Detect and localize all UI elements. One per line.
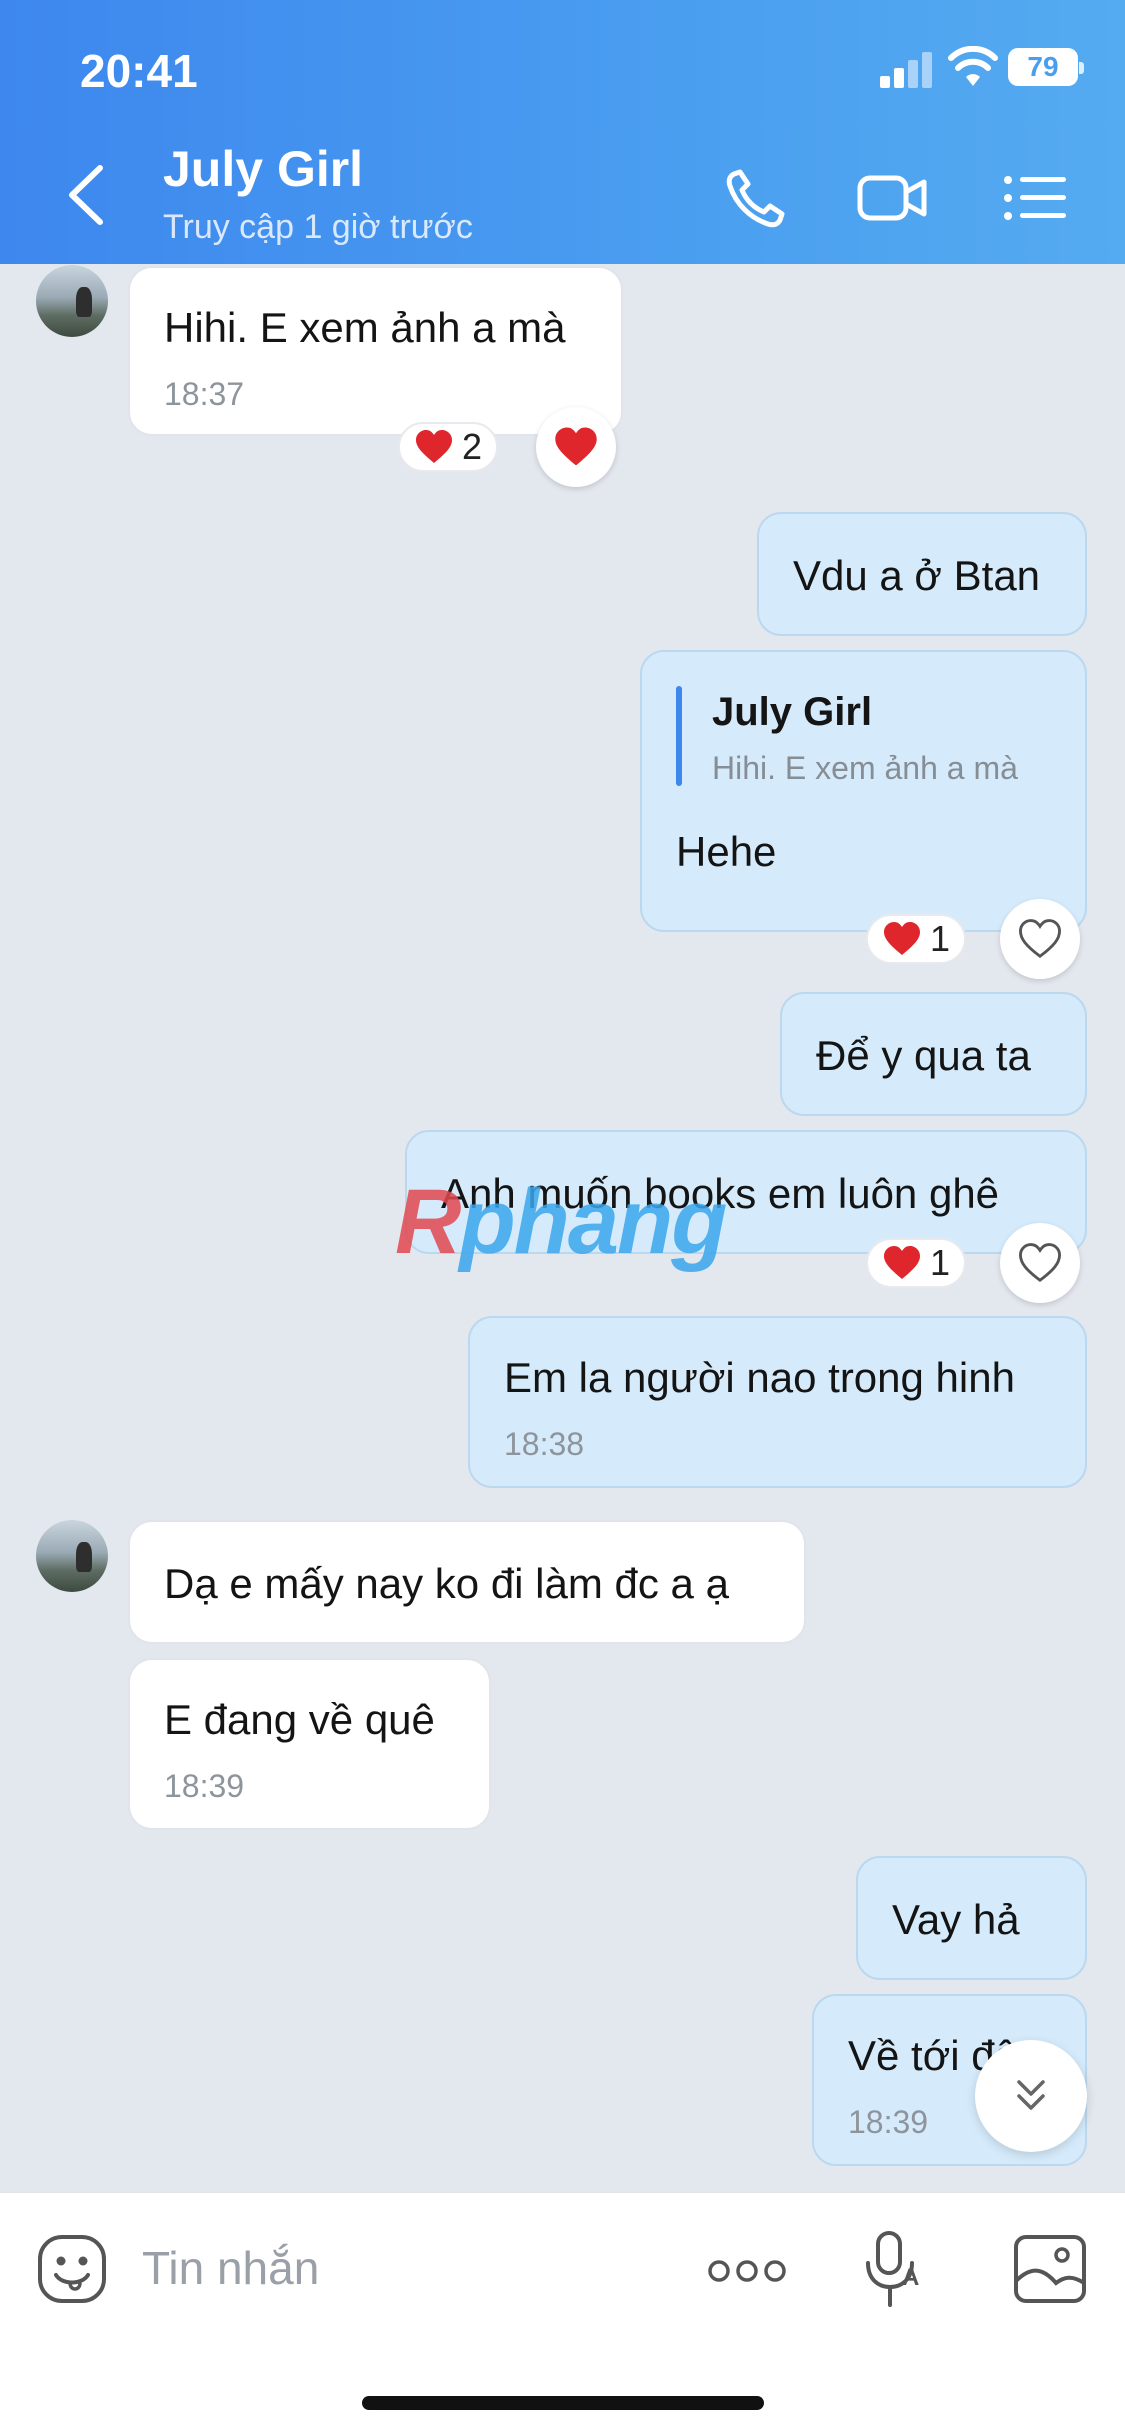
reaction-count: 1 — [930, 1242, 951, 1283]
menu-list-icon[interactable] — [1000, 166, 1072, 230]
message-bubble-outgoing[interactable]: Vay hả — [856, 1856, 1087, 1980]
message-text: Hihi. E xem ảnh a mà — [164, 304, 566, 351]
contact-last-seen: Truy cập 1 giờ trước — [163, 208, 473, 246]
message-time: 18:39 — [848, 2104, 929, 2140]
back-chevron-icon[interactable] — [58, 160, 118, 230]
message-bubble-outgoing[interactable]: Em la người nao trong hinh 18:38 — [468, 1316, 1087, 1488]
message-text: E đang về quê — [164, 1696, 435, 1743]
message-bubble-incoming[interactable]: Hihi. E xem ảnh a mà 18:37 — [128, 266, 623, 436]
message-bubble-outgoing-reply[interactable]: July Girl Hihi. E xem ảnh a mà Hehe — [640, 650, 1087, 932]
reaction-summary[interactable]: 2 — [398, 422, 499, 472]
message-time: 18:38 — [504, 1426, 585, 1462]
reply-quote-bar — [676, 686, 682, 786]
home-indicator — [362, 2396, 764, 2410]
reaction-count: 1 — [930, 918, 951, 959]
reaction-summary[interactable]: 1 — [866, 914, 967, 964]
message-bubble-incoming[interactable]: Dạ e mấy nay ko đi làm đc a ạ — [128, 1520, 806, 1644]
message-text: Dạ e mấy nay ko đi làm đc a ạ — [164, 1560, 729, 1607]
message-bubble-outgoing[interactable]: Để y qua ta — [780, 992, 1087, 1116]
emoji-sticker-icon[interactable] — [36, 2233, 108, 2305]
cellular-signal-icon — [880, 52, 934, 88]
message-text: Em la người nao trong hinh — [504, 1354, 1015, 1401]
react-button[interactable] — [1000, 1223, 1080, 1303]
chat-header: 20:41 79 July Girl Truy cập 1 giờ trước — [0, 0, 1125, 264]
heart-filled-icon — [884, 922, 920, 955]
message-bubble-outgoing[interactable]: Vdu a ở Btan — [757, 512, 1087, 636]
heart-filled-icon — [555, 427, 597, 466]
reply-quote-name: July Girl — [712, 690, 873, 734]
reply-quote-text: Hihi. E xem ảnh a mà — [712, 750, 1018, 786]
heart-filled-icon — [884, 1246, 920, 1279]
wifi-icon — [948, 46, 998, 86]
contact-avatar[interactable] — [36, 1520, 108, 1592]
heart-outline-icon — [1019, 919, 1061, 959]
message-text: Hehe — [676, 828, 777, 875]
heart-outline-icon — [1019, 1243, 1061, 1283]
double-chevron-down-icon — [1017, 2080, 1045, 2110]
watermark-logo: Rphang — [395, 1171, 727, 1273]
scroll-to-bottom-button[interactable] — [975, 2040, 1087, 2152]
message-bubble-incoming[interactable]: E đang về quê 18:39 — [128, 1658, 491, 1830]
message-time: 18:39 — [164, 1768, 245, 1804]
reaction-summary[interactable]: 1 — [866, 1238, 967, 1288]
more-options-icon[interactable] — [705, 2243, 789, 2299]
battery-indicator: 79 — [1008, 48, 1084, 86]
message-time: 18:37 — [164, 376, 245, 412]
contact-name[interactable]: July Girl — [163, 140, 363, 198]
message-input[interactable] — [142, 2241, 662, 2295]
heart-filled-icon — [416, 430, 452, 463]
message-text: Vay hả — [892, 1896, 1020, 1943]
react-button[interactable] — [536, 407, 616, 487]
image-gallery-icon[interactable] — [1012, 2231, 1088, 2307]
phone-icon[interactable] — [722, 166, 794, 230]
reaction-count: 2 — [462, 426, 483, 467]
voice-to-text-mic-icon[interactable]: A — [862, 2229, 926, 2311]
svg-text:A: A — [902, 2264, 919, 2291]
status-time: 20:41 — [80, 45, 198, 97]
message-text: Để y qua ta — [816, 1032, 1031, 1079]
contact-avatar[interactable] — [36, 265, 108, 337]
video-call-icon[interactable] — [856, 166, 928, 230]
message-text: Vdu a ở Btan — [793, 552, 1041, 599]
react-button[interactable] — [1000, 899, 1080, 979]
